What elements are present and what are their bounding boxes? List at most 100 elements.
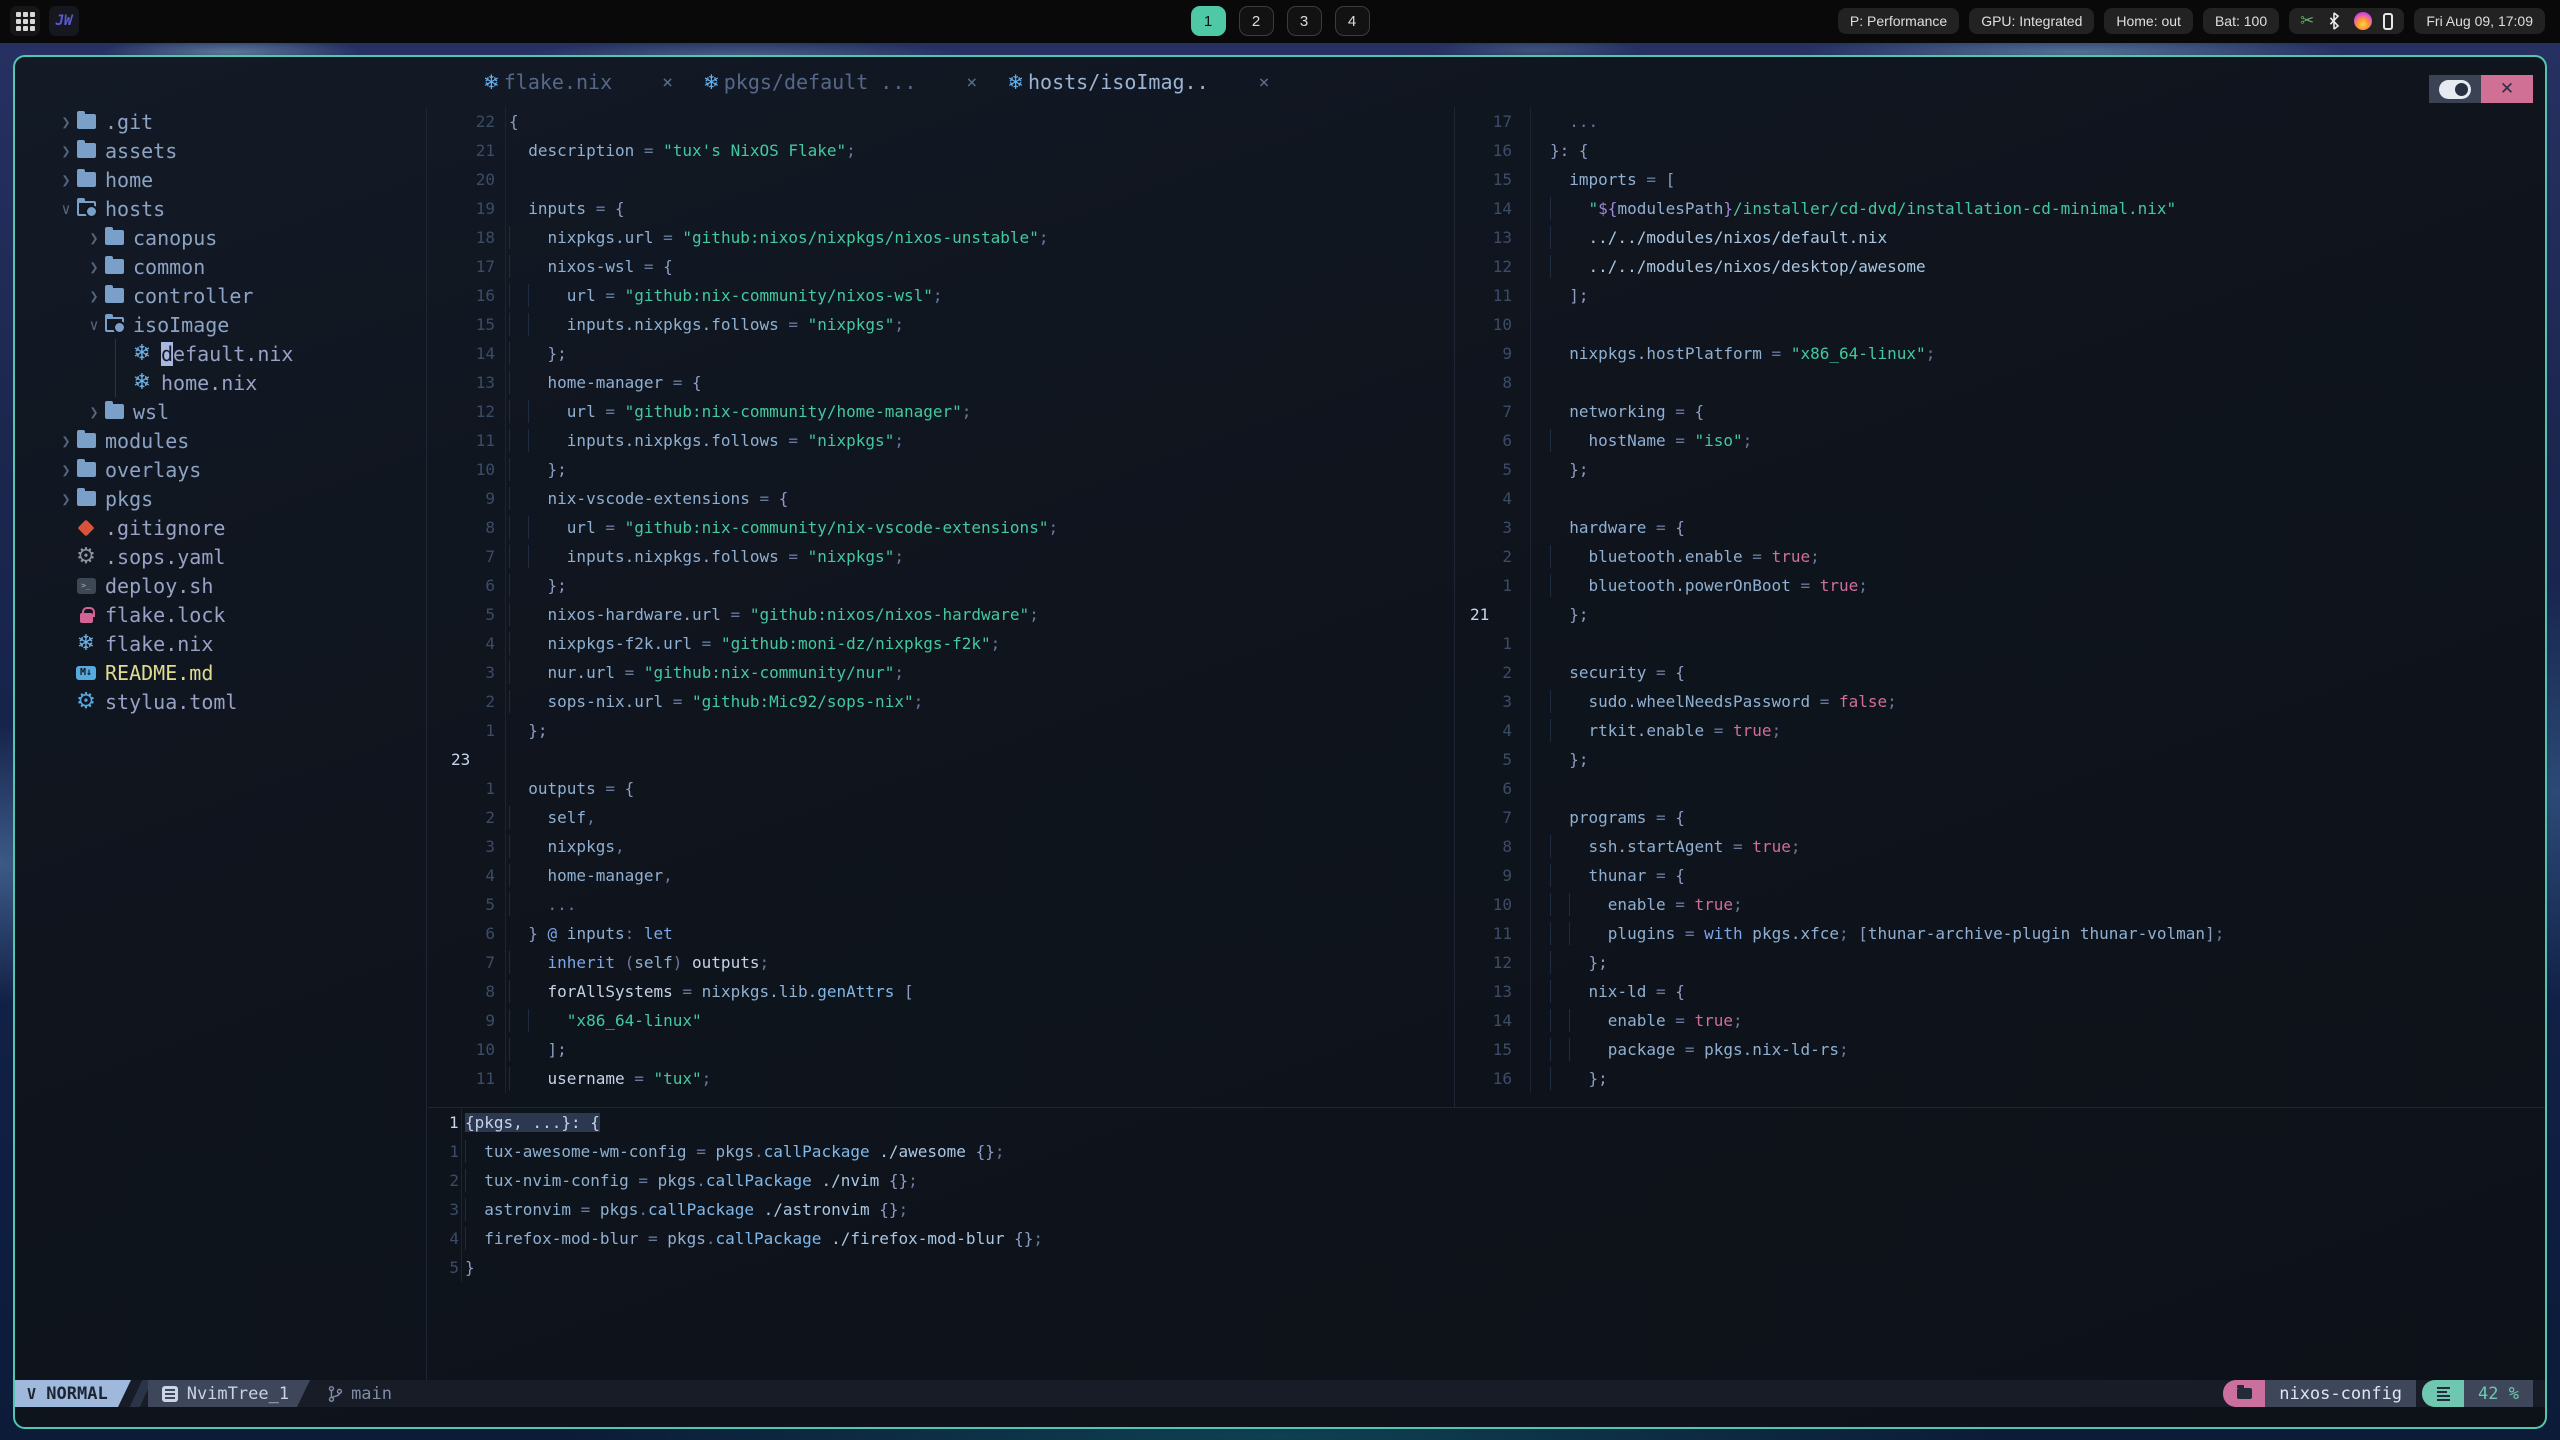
tree-item-stylua-toml[interactable]: ⚙ stylua.toml: [15, 687, 426, 716]
code-line[interactable]: 1 tux-awesome-wm-config = pkgs.callPacka…: [428, 1137, 2545, 1166]
code-line[interactable]: 16 };: [1455, 1064, 2545, 1093]
code-line[interactable]: 4 firefox-mod-blur = pkgs.callPackage ./…: [428, 1224, 2545, 1253]
code-line[interactable]: 14 };: [428, 339, 1454, 368]
tree-item-canopus[interactable]: ❯ canopus: [15, 223, 426, 252]
tree-item-modules[interactable]: ❯ modules: [15, 426, 426, 455]
tree-item-flake-lock[interactable]: flake.lock: [15, 600, 426, 629]
code-line[interactable]: 5 nixos-hardware.url = "github:nixos/nix…: [428, 600, 1454, 629]
power-profile-pill[interactable]: P: Performance: [1837, 8, 1960, 34]
code-line[interactable]: 17 ...: [1455, 107, 2545, 136]
code-line[interactable]: 21 description = "tux's NixOS Flake";: [428, 136, 1454, 165]
code-line[interactable]: 6 } @ inputs: let: [428, 919, 1454, 948]
code-line[interactable]: 10 enable = true;: [1455, 890, 2545, 919]
code-line[interactable]: 4 nixpkgs-f2k.url = "github:moni-dz/nixp…: [428, 629, 1454, 658]
code-line[interactable]: 2 tux-nvim-config = pkgs.callPackage ./n…: [428, 1166, 2545, 1195]
code-line[interactable]: 8: [1455, 368, 2545, 397]
code-line[interactable]: 13 nix-ld = {: [1455, 977, 2545, 1006]
tree-item-deploy-sh[interactable]: >_ deploy.sh: [15, 571, 426, 600]
git-branch[interactable]: main: [327, 1384, 392, 1404]
code-line[interactable]: 7 networking = {: [1455, 397, 2545, 426]
code-line[interactable]: 13 home-manager = {: [428, 368, 1454, 397]
workspace-button-2[interactable]: 2: [1238, 6, 1274, 36]
code-line[interactable]: 4: [1455, 484, 2545, 513]
code-line[interactable]: 1 bluetooth.powerOnBoot = true;: [1455, 571, 2545, 600]
tree-item-flake-nix[interactable]: ❄ flake.nix: [15, 629, 426, 658]
tree-item-README-md[interactable]: M↓ README.md: [15, 658, 426, 687]
tree-item-home[interactable]: ❯ home: [15, 165, 426, 194]
tree-item-home-nix[interactable]: ❄ home.nix: [15, 368, 426, 397]
tree-item-assets[interactable]: ❯ assets: [15, 136, 426, 165]
tree-item-controller[interactable]: ❯ controller: [15, 281, 426, 310]
flame-browser-icon[interactable]: [2354, 12, 2373, 30]
code-line[interactable]: 11 ];: [1455, 281, 2545, 310]
code-line[interactable]: 18 nixpkgs.url = "github:nixos/nixpkgs/n…: [428, 223, 1454, 252]
tree-item-common[interactable]: ❯ common: [15, 252, 426, 281]
code-line[interactable]: 11 plugins = with pkgs.xfce; [thunar-arc…: [1455, 919, 2545, 948]
code-line[interactable]: 14 enable = true;: [1455, 1006, 2545, 1035]
tree-item-wsl[interactable]: ❯ wsl: [15, 397, 426, 426]
window-close-button[interactable]: ✕: [2481, 75, 2533, 103]
code-line[interactable]: 15 inputs.nixpkgs.follows = "nixpkgs";: [428, 310, 1454, 339]
code-line[interactable]: 3 hardware = {: [1455, 513, 2545, 542]
tab-close-icon[interactable]: ×: [662, 72, 673, 93]
code-line[interactable]: 10 ];: [428, 1035, 1454, 1064]
code-line[interactable]: 15 imports = [: [1455, 165, 2545, 194]
code-line[interactable]: 2 self,: [428, 803, 1454, 832]
gpu-pill[interactable]: GPU: Integrated: [1969, 8, 2095, 34]
code-line[interactable]: 22 {: [428, 107, 1454, 136]
code-line[interactable]: 7 inherit (self) outputs;: [428, 948, 1454, 977]
code-line[interactable]: 11 username = "tux";: [428, 1064, 1454, 1093]
code-line[interactable]: 20: [428, 165, 1454, 194]
tree-item-default-nix[interactable]: ❄ default.nix: [15, 339, 426, 368]
code-line[interactable]: 6 };: [428, 571, 1454, 600]
tree-item-pkgs[interactable]: ❯ pkgs: [15, 484, 426, 513]
code-line[interactable]: 13 ../../modules/nixos/default.nix: [1455, 223, 2545, 252]
tab-hosts-isoImag-[interactable]: ❄ hosts/isoImag.. ×: [1007, 70, 1269, 94]
code-line[interactable]: 3 sudo.wheelNeedsPassword = false;: [1455, 687, 2545, 716]
workspace-button-3[interactable]: 3: [1286, 6, 1322, 36]
editor-pkgs-default[interactable]: 1 {pkgs, ...}: {1 tux-awesome-wm-config =…: [428, 1108, 2545, 1380]
home-pill[interactable]: Home: out: [2104, 8, 2193, 34]
code-line[interactable]: 6: [1455, 774, 2545, 803]
code-line[interactable]: 5 };: [1455, 455, 2545, 484]
code-line[interactable]: 12 };: [1455, 948, 2545, 977]
tab-close-icon[interactable]: ×: [966, 72, 977, 93]
tree-item-isoImage[interactable]: ∨ isoImage: [15, 310, 426, 339]
code-line[interactable]: 9 nix-vscode-extensions = {: [428, 484, 1454, 513]
code-line[interactable]: 1 };: [428, 716, 1454, 745]
code-line[interactable]: 6 hostName = "iso";: [1455, 426, 2545, 455]
code-line-cursor[interactable]: 23: [428, 745, 1454, 774]
code-line[interactable]: 17 nixos-wsl = {: [428, 252, 1454, 281]
tree-item-overlays[interactable]: ❯ overlays: [15, 455, 426, 484]
code-line[interactable]: 5 ...: [428, 890, 1454, 919]
tree-item--git[interactable]: ❯ .git: [15, 107, 426, 136]
code-line[interactable]: 1: [1455, 629, 2545, 658]
code-line[interactable]: 10 };: [428, 455, 1454, 484]
tree-item-hosts[interactable]: ∨ hosts: [15, 194, 426, 223]
code-line[interactable]: 4 rtkit.enable = true;: [1455, 716, 2545, 745]
code-line[interactable]: 12 ../../modules/nixos/desktop/awesome: [1455, 252, 2545, 281]
code-line[interactable]: 9 thunar = {: [1455, 861, 2545, 890]
code-line[interactable]: 19 inputs = {: [428, 194, 1454, 223]
code-line[interactable]: 14 "${modulesPath}/installer/cd-dvd/inst…: [1455, 194, 2545, 223]
tab-close-icon[interactable]: ×: [1259, 72, 1270, 93]
code-line[interactable]: 15 package = pkgs.nix-ld-rs;: [1455, 1035, 2545, 1064]
code-line[interactable]: 9 nixpkgs.hostPlatform = "x86_64-linux";: [1455, 339, 2545, 368]
code-line[interactable]: 2 security = {: [1455, 658, 2545, 687]
code-line[interactable]: 11 inputs.nixpkgs.follows = "nixpkgs";: [428, 426, 1454, 455]
code-line[interactable]: 7 inputs.nixpkgs.follows = "nixpkgs";: [428, 542, 1454, 571]
code-line[interactable]: 16}: {: [1455, 136, 2545, 165]
battery-pill[interactable]: Bat: 100: [2202, 8, 2280, 34]
tree-item--gitignore[interactable]: .gitignore: [15, 513, 426, 542]
code-line-cursor[interactable]: 1 {pkgs, ...}: {: [428, 1108, 2545, 1137]
editor-hosts-isoimage[interactable]: 17 ... 16}: {15 imports = [14 "${modulesP…: [1455, 107, 2545, 1107]
tab-pkgs-default-[interactable]: ❄ pkgs/default ... ×: [703, 70, 977, 94]
editor-flake-nix[interactable]: 22{21 description = "tux's NixOS Flake";…: [428, 107, 1454, 1107]
code-line[interactable]: 8 forAllSystems = nixpkgs.lib.genAttrs [: [428, 977, 1454, 1006]
code-line[interactable]: 8 ssh.startAgent = true;: [1455, 832, 2545, 861]
window-toggle-button[interactable]: [2429, 75, 2481, 103]
code-line[interactable]: 1 outputs = {: [428, 774, 1454, 803]
bluetooth-icon[interactable]: [2325, 11, 2343, 31]
code-line[interactable]: 5}: [428, 1253, 2545, 1282]
code-line[interactable]: 4 home-manager,: [428, 861, 1454, 890]
